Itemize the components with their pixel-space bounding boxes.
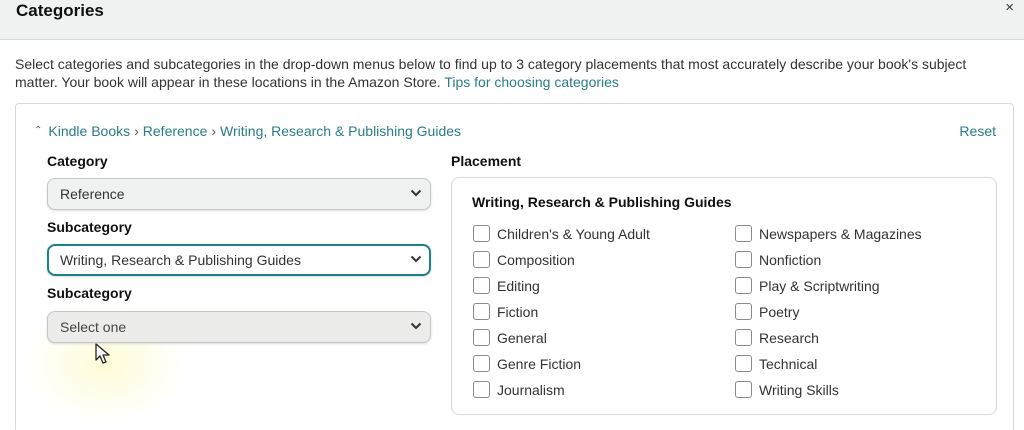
checkbox-label: Writing Skills <box>759 381 839 398</box>
subcategory-select-value: Writing, Research & Publishing Guides <box>60 252 301 268</box>
breadcrumb-item-kindle-books[interactable]: Kindle Books <box>48 123 130 139</box>
checkbox-item[interactable]: Genre Fiction <box>473 355 581 372</box>
checkbox-label: Technical <box>759 355 818 372</box>
checkbox[interactable] <box>473 329 490 346</box>
checkbox-item[interactable]: Editing <box>473 277 540 294</box>
checkbox[interactable] <box>473 355 490 372</box>
checkbox[interactable] <box>735 251 752 268</box>
chevron-up-icon[interactable]: ⌃ <box>34 125 42 136</box>
category-panel: ⌃ Kindle Books › Reference › Writing, Re… <box>15 103 1014 430</box>
checkbox-item[interactable]: Children's & Young Adult <box>473 225 650 242</box>
checkbox-item[interactable]: Technical <box>735 355 817 372</box>
checkbox-label: Composition <box>497 251 575 268</box>
checkbox[interactable] <box>473 277 490 294</box>
checkbox[interactable] <box>735 329 752 346</box>
checkbox[interactable] <box>735 303 752 320</box>
placement-title: Writing, Research & Publishing Guides <box>472 194 732 210</box>
mouse-cursor-icon <box>95 343 110 364</box>
checkbox-label: Poetry <box>759 303 800 320</box>
subcategory-label: Subcategory <box>47 219 132 235</box>
checkbox[interactable] <box>473 303 490 320</box>
subcategory-2-label: Subcategory <box>47 285 132 301</box>
category-label: Category <box>47 153 108 169</box>
placement-label: Placement <box>451 153 522 169</box>
breadcrumb-separator: › <box>134 123 139 139</box>
checkbox-label: Children's & Young Adult <box>497 225 650 242</box>
checkbox[interactable] <box>735 381 752 398</box>
breadcrumb-item-reference[interactable]: Reference <box>143 123 208 139</box>
checkbox-item[interactable]: Research <box>735 329 819 346</box>
checkbox-label: Journalism <box>497 381 565 398</box>
checkbox-item[interactable]: Play & Scriptwriting <box>735 277 880 294</box>
checkbox-item[interactable]: Journalism <box>473 381 565 398</box>
checkbox-label: Nonfiction <box>759 251 822 268</box>
checkbox-item[interactable]: Nonfiction <box>735 251 821 268</box>
checkbox[interactable] <box>735 355 752 372</box>
checkbox[interactable] <box>473 251 490 268</box>
checkbox[interactable] <box>473 225 490 242</box>
checkbox-item[interactable]: Poetry <box>735 303 799 320</box>
checkbox-item[interactable]: Writing Skills <box>735 381 839 398</box>
checkbox[interactable] <box>735 277 752 294</box>
breadcrumb-separator: › <box>211 123 217 139</box>
checkbox[interactable] <box>735 225 752 242</box>
reset-link[interactable]: Reset <box>959 123 996 139</box>
breadcrumb-item-writing-guides[interactable]: Writing, Research & Publishing Guides <box>220 123 461 139</box>
checkbox-label: Play & Scriptwriting <box>759 277 880 294</box>
close-icon[interactable]: × <box>1005 0 1014 16</box>
checkbox-item[interactable]: General <box>473 329 547 346</box>
chevron-down-icon <box>410 322 422 330</box>
chevron-down-icon <box>410 255 422 263</box>
category-select-value: Reference <box>60 186 125 202</box>
modal-header: Categories × <box>0 0 1024 40</box>
checkbox-label: Research <box>759 329 819 346</box>
checkbox-item[interactable]: Composition <box>473 251 575 268</box>
checkbox-label: Fiction <box>497 303 539 320</box>
checkbox-label: Newspapers & Magazines <box>759 225 922 242</box>
tips-link[interactable]: Tips for choosing categories <box>444 74 619 90</box>
checkbox[interactable] <box>473 381 490 398</box>
intro-text-block: Select categories and subcategories in t… <box>15 55 995 91</box>
checkbox-item[interactable]: Fiction <box>473 303 538 320</box>
chevron-down-icon <box>410 189 422 197</box>
subcategory-select[interactable]: Writing, Research & Publishing Guides <box>47 244 431 276</box>
checkbox-label: Editing <box>497 277 540 294</box>
placement-box: Writing, Research & Publishing Guides Ch… <box>451 177 997 415</box>
checkbox-label: General <box>497 329 547 346</box>
category-select[interactable]: Reference <box>47 178 431 210</box>
checkbox-label: Genre Fiction <box>497 355 582 372</box>
subcategory-2-select-value: Select one <box>60 319 127 335</box>
modal-title: Categories <box>16 1 104 20</box>
breadcrumb[interactable]: ⌃ Kindle Books › Reference › Writing, Re… <box>34 123 461 139</box>
subcategory-2-select[interactable]: Select one <box>47 311 431 343</box>
checkbox-item[interactable]: Newspapers & Magazines <box>735 225 922 242</box>
